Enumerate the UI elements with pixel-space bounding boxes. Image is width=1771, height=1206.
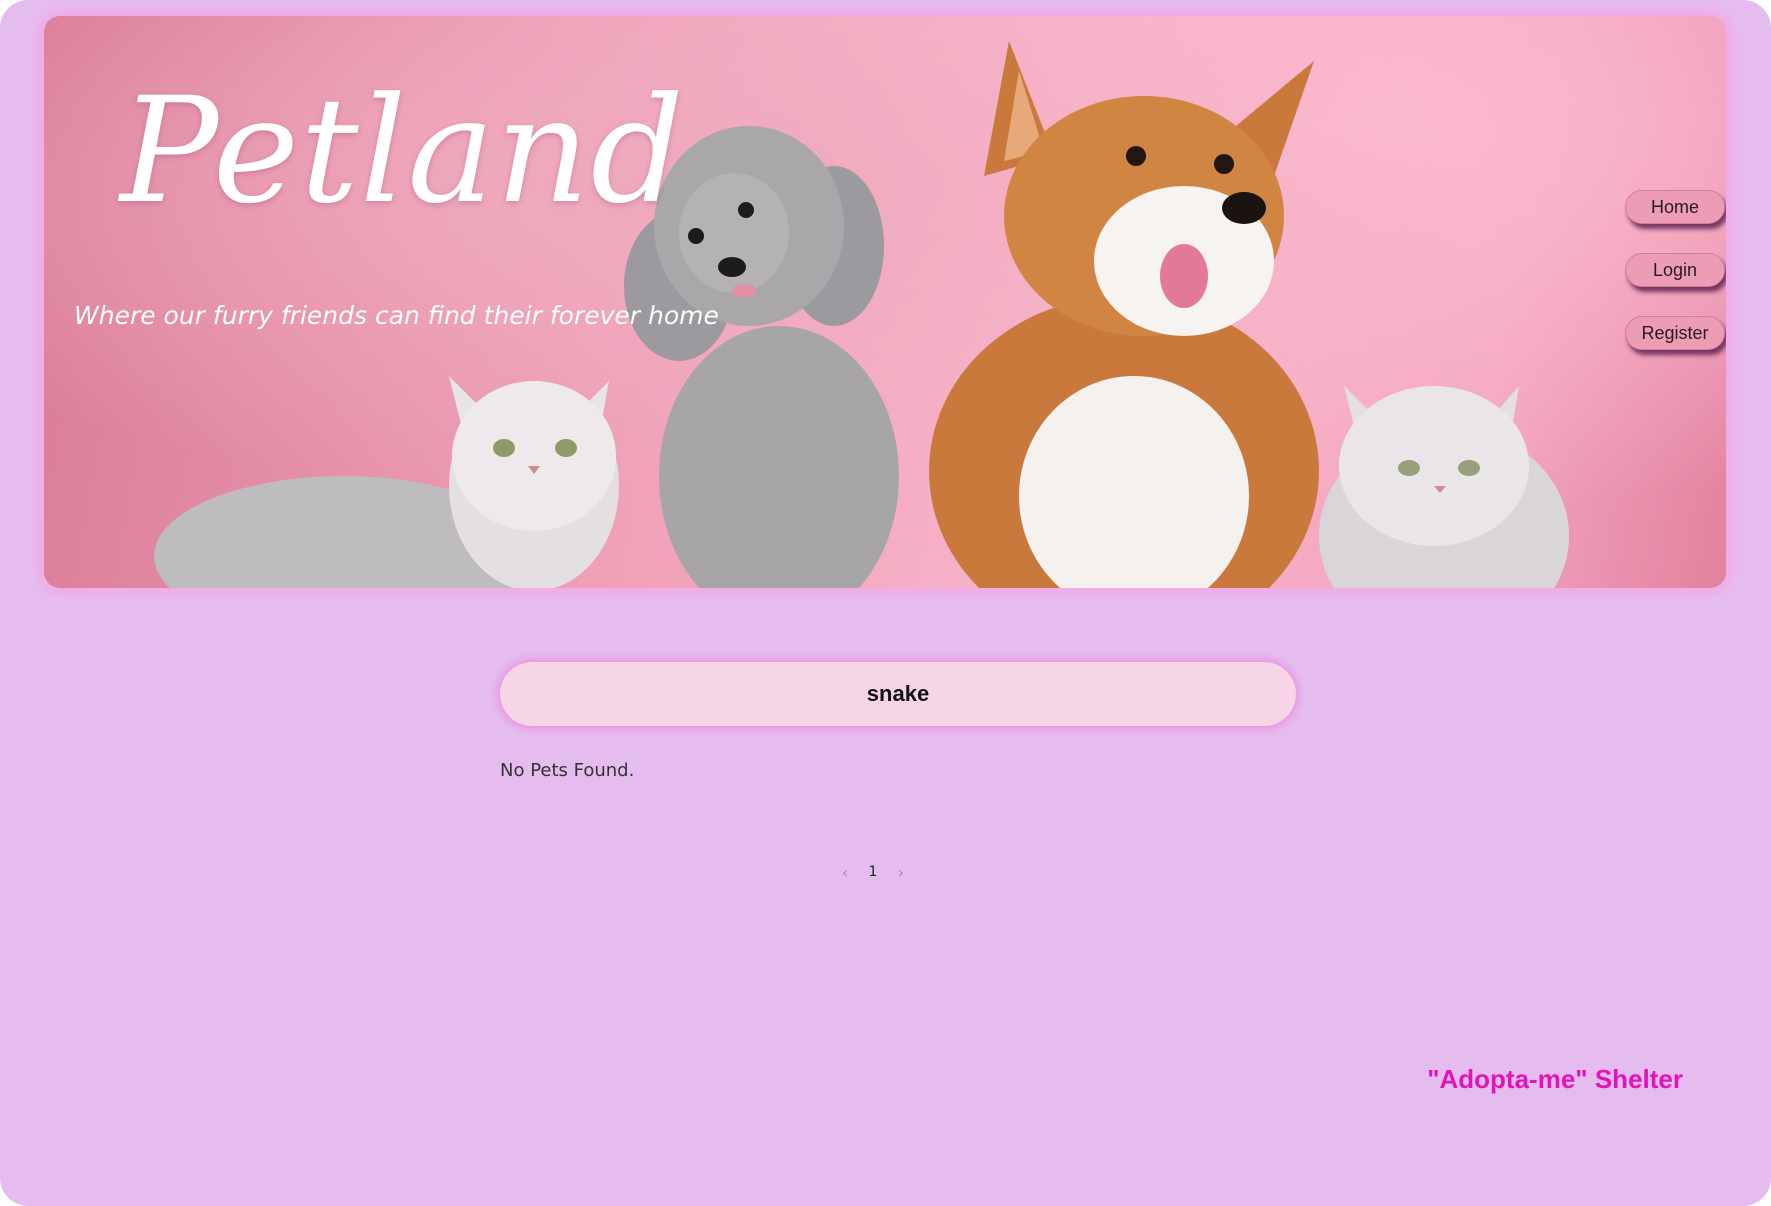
- search-input[interactable]: [537, 680, 1259, 708]
- page-number[interactable]: 1: [857, 864, 889, 880]
- register-button[interactable]: Register: [1625, 316, 1725, 350]
- hero-banner: Petland Where our furry friends can find…: [44, 16, 1726, 588]
- login-button[interactable]: Login: [1625, 253, 1725, 287]
- right-cat-illustration: [1319, 386, 1569, 588]
- brand-title: Petland: [120, 66, 685, 236]
- chevron-left-icon[interactable]: ‹: [833, 863, 857, 882]
- home-button[interactable]: Home: [1625, 190, 1725, 224]
- page: Petland Where our furry friends can find…: [0, 0, 1771, 1206]
- main-nav: Home Login Register: [1625, 190, 1725, 379]
- left-cat-illustration: [154, 376, 619, 588]
- chevron-right-icon[interactable]: ›: [889, 863, 913, 882]
- pagination: ‹ 1 ›: [833, 858, 913, 886]
- search-bar: [500, 662, 1296, 726]
- footer-shelter-name: "Adopta-me" Shelter: [1427, 1064, 1683, 1094]
- no-results-message: No Pets Found.: [500, 760, 635, 781]
- corgi-illustration: [929, 41, 1319, 588]
- tagline: Where our furry friends can find their f…: [74, 301, 719, 330]
